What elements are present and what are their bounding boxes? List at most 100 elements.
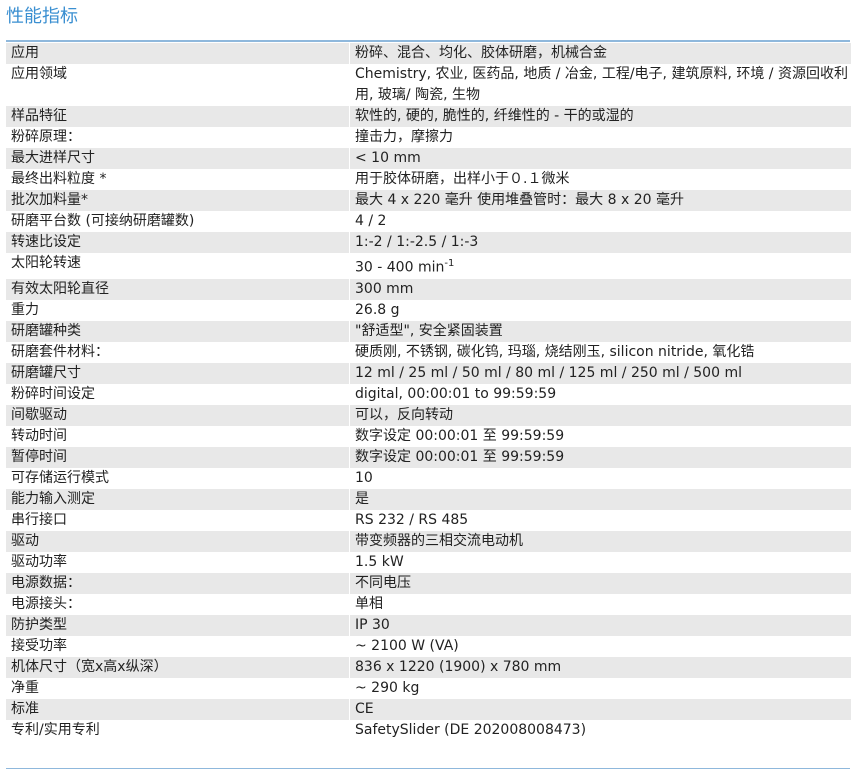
spec-label: 能力输入测定	[6, 488, 350, 510]
spec-label: 转速比设定	[6, 232, 350, 253]
title-divider	[6, 40, 850, 42]
spec-label: 粉碎原理：	[6, 127, 350, 148]
spec-value: 836 x 1220 (1900) x 780 mm	[349, 656, 852, 678]
spec-value-text: < 10 mm	[355, 150, 421, 166]
spec-value-text: ~ 2100 W (VA)	[355, 637, 459, 654]
spec-value: 用于胶体研磨，出样小于０.１微米	[349, 169, 852, 190]
spec-value: 不同电压	[349, 572, 852, 594]
spec-value-text: 1:-2 / 1:-2.5 / 1:-3	[355, 234, 479, 250]
spec-row: 批次加料量* 最大 4 x 220 毫升 使用堆叠管时：最大 8 x 20 毫升	[6, 190, 852, 211]
spec-label: 研磨平台数 (可接纳研磨罐数)	[6, 211, 350, 232]
spec-row: 净重 ~ 290 kg	[6, 677, 852, 699]
spec-value: ~ 290 kg	[349, 677, 852, 699]
spec-value: CE	[349, 698, 852, 720]
spec-value-text: IP 30	[355, 616, 390, 633]
spec-row: 样品特征 软性的, 硬的, 脆性的, 纤维性的 - 干的或湿的	[6, 106, 852, 127]
spec-label: 最大进样尺寸	[6, 148, 350, 169]
spec-value-text: 用于胶体研磨，出样小于０.１微米	[355, 171, 570, 187]
spec-table: 应用 粉碎、混合、均化、胶体研磨，机械合金 应用领域 Chemistry, 农业, 医…	[6, 43, 852, 741]
spec-label: 重力	[6, 299, 350, 321]
spec-value-text: 10	[355, 469, 373, 486]
bottom-divider	[6, 768, 850, 769]
spec-label: 防护类型	[6, 614, 350, 636]
spec-value: 撞击力，摩擦力	[349, 127, 852, 148]
spec-label: 研磨罐尺寸	[6, 362, 350, 384]
spec-value: < 10 mm	[349, 148, 852, 169]
spec-row: 电源接头： 单相	[6, 593, 852, 615]
spec-value: 软性的, 硬的, 脆性的, 纤维性的 - 干的或湿的	[349, 106, 852, 127]
spec-row: 重力 26.8 g	[6, 299, 852, 321]
spec-row: 间歇驱动 可以，反向转动	[6, 404, 852, 426]
spec-value: 最大 4 x 220 毫升 使用堆叠管时：最大 8 x 20 毫升	[349, 190, 852, 211]
spec-label: 标准	[6, 698, 350, 720]
spec-row: 电源数据： 不同电压	[6, 572, 852, 594]
spec-row: 转动时间 数字设定 00:00:01 至 99:59:59	[6, 425, 852, 447]
spec-label: 电源接头：	[6, 593, 350, 615]
spec-value: 1:-2 / 1:-2.5 / 1:-3	[349, 232, 852, 253]
spec-value: IP 30	[349, 614, 852, 636]
spec-value: "舒适型", 安全紧固装置	[349, 320, 852, 342]
spec-value-text: 1.5 kW	[355, 553, 404, 570]
spec-value-text: 12 ml / 25 ml / 50 ml / 80 ml / 125 ml /…	[355, 364, 742, 381]
spec-value: 12 ml / 25 ml / 50 ml / 80 ml / 125 ml /…	[349, 362, 852, 384]
spec-value-text: 26.8 g	[355, 301, 400, 318]
spec-label: 净重	[6, 677, 350, 699]
spec-label: 电源数据：	[6, 572, 350, 594]
spec-value: 数字设定 00:00:01 至 99:59:59	[349, 425, 852, 447]
spec-label: 最终出料粒度 *	[6, 169, 350, 190]
spec-value-text: 300 mm	[355, 280, 414, 297]
spec-row: 粉碎时间设定 digital, 00:00:01 to 99:59:59	[6, 383, 852, 405]
spec-value-text: 数字设定 00:00:01 至 99:59:59	[355, 427, 565, 444]
spec-label: 太阳轮转速	[6, 253, 350, 279]
spec-label: 可存储运行模式	[6, 467, 350, 489]
spec-row: 接受功率 ~ 2100 W (VA)	[6, 635, 852, 657]
spec-label: 暂停时间	[6, 446, 350, 468]
spec-row: 太阳轮转速 30 - 400 min-1	[6, 253, 852, 279]
spec-value: 是	[349, 488, 852, 510]
spec-label: 样品特征	[6, 106, 350, 127]
spec-value-superscript: -1	[444, 258, 455, 269]
spec-row: 应用领域 Chemistry, 农业, 医药品, 地质 / 冶金, 工程/电子, …	[6, 64, 852, 106]
spec-label: 驱动	[6, 530, 350, 552]
spec-row: 粉碎原理： 撞击力，摩擦力	[6, 127, 852, 148]
spec-row: 研磨罐种类 "舒适型", 安全紧固装置	[6, 320, 852, 342]
spec-row: 最终出料粒度 * 用于胶体研磨，出样小于０.１微米	[6, 169, 852, 190]
spec-value: 硬质刚, 不锈钢, 碳化钨, 玛瑙, 烧结刚玉, silicon nitride…	[349, 341, 852, 363]
spec-row: 暂停时间 数字设定 00:00:01 至 99:59:59	[6, 446, 852, 468]
spec-row: 防护类型 IP 30	[6, 614, 852, 636]
spec-row: 研磨平台数 (可接纳研磨罐数) 4 / 2	[6, 211, 852, 232]
spec-label: 接受功率	[6, 635, 350, 657]
spec-value: 可以，反向转动	[349, 404, 852, 426]
spec-value: 26.8 g	[349, 299, 852, 321]
spec-value-text: 4 / 2	[355, 213, 387, 229]
spec-value-text: 硬质刚, 不锈钢, 碳化钨, 玛瑙, 烧结刚玉, silicon nitride…	[355, 343, 755, 360]
spec-value: 数字设定 00:00:01 至 99:59:59	[349, 446, 852, 468]
spec-value-text: 30 - 400 min	[355, 259, 445, 276]
spec-value-text: RS 232 / RS 485	[355, 511, 469, 528]
spec-value: RS 232 / RS 485	[349, 509, 852, 531]
spec-label: 有效太阳轮直径	[6, 278, 350, 300]
spec-value-text: 软性的, 硬的, 脆性的, 纤维性的 - 干的或湿的	[355, 108, 634, 124]
spec-table-body: 应用 粉碎、混合、均化、胶体研磨，机械合金 应用领域 Chemistry, 农业, 医…	[6, 43, 852, 741]
spec-row: 研磨罐尺寸 12 ml / 25 ml / 50 ml / 80 ml / 125…	[6, 362, 852, 384]
spec-label: 机体尺寸（宽x高x纵深）	[6, 656, 350, 678]
spec-row: 最大进样尺寸 < 10 mm	[6, 148, 852, 169]
spec-value: 粉碎、混合、均化、胶体研磨，机械合金	[349, 43, 852, 64]
spec-label: 串行接口	[6, 509, 350, 531]
spec-value: 带变频器的三相交流电动机	[349, 530, 852, 552]
spec-value-text: 最大 4 x 220 毫升 使用堆叠管时：最大 8 x 20 毫升	[355, 192, 684, 208]
spec-value-text: ~ 290 kg	[355, 679, 420, 696]
page-title: 性能指标	[6, 6, 78, 27]
spec-label: 研磨套件材料：	[6, 341, 350, 363]
spec-label: 驱动功率	[6, 551, 350, 573]
spec-label: 批次加料量*	[6, 190, 350, 211]
spec-label: 应用领域	[6, 64, 350, 106]
spec-label: 间歇驱动	[6, 404, 350, 426]
spec-value-text: 带变频器的三相交流电动机	[355, 532, 523, 549]
spec-row: 专利/实用专利 SafetySlider (DE 202008008473)	[6, 719, 852, 741]
spec-value: 300 mm	[349, 278, 852, 300]
spec-row: 应用 粉碎、混合、均化、胶体研磨，机械合金	[6, 43, 852, 64]
spec-value-text: 是	[355, 490, 369, 507]
spec-value-text: 粉碎、混合、均化、胶体研磨，机械合金	[355, 45, 607, 61]
spec-label: 转动时间	[6, 425, 350, 447]
